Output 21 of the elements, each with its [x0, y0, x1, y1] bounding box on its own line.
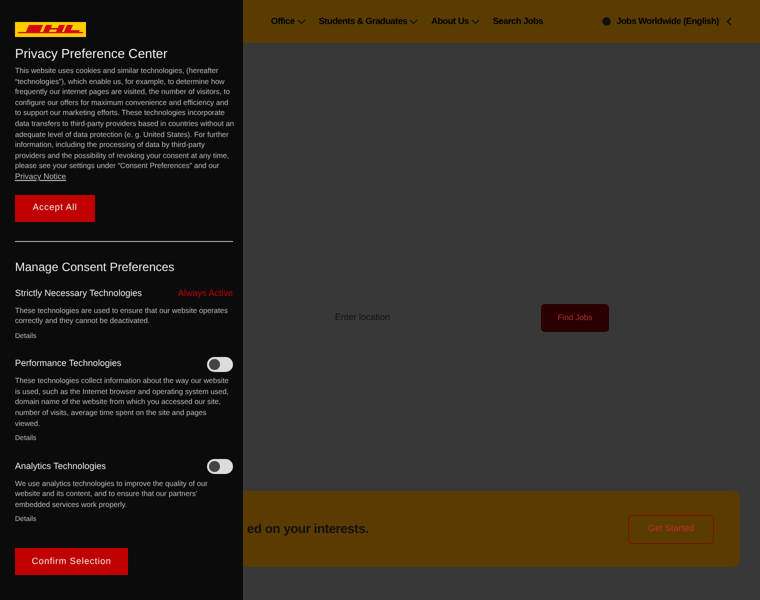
get-started-button[interactable]: Get Started: [628, 514, 714, 544]
banner-text: ed on your interests.: [247, 520, 369, 538]
category-title: Performance Technologies: [15, 357, 122, 370]
privacy-notice-link[interactable]: Privacy Notice: [15, 172, 66, 183]
toggle-switch[interactable]: [207, 356, 233, 372]
globe-icon: [602, 17, 612, 26]
status-label: Always Active: [178, 286, 233, 300]
category-title: Analytics Technologies: [15, 460, 106, 473]
panel-title: Privacy Preference Center: [15, 46, 168, 62]
nav-link[interactable]: Students & Graduates: [318, 14, 408, 28]
nav-link[interactable]: Search Jobs: [492, 14, 544, 28]
toggle-switch[interactable]: [207, 459, 233, 474]
section-title: Manage Consent Preferences: [15, 260, 176, 274]
logo: [15, 22, 86, 37]
nav-link[interactable]: About Us: [431, 14, 469, 28]
locale-link[interactable]: Jobs Worldwide (English): [616, 14, 719, 28]
confirm-selection-button[interactable]: Confirm Selection: [15, 548, 128, 575]
category-title: Strictly Necessary Technologies: [15, 286, 142, 300]
nav-link[interactable]: Office: [271, 14, 295, 28]
accept-all-button[interactable]: Accept All: [15, 194, 95, 222]
find-jobs-button[interactable]: Find Jobs: [541, 304, 609, 332]
